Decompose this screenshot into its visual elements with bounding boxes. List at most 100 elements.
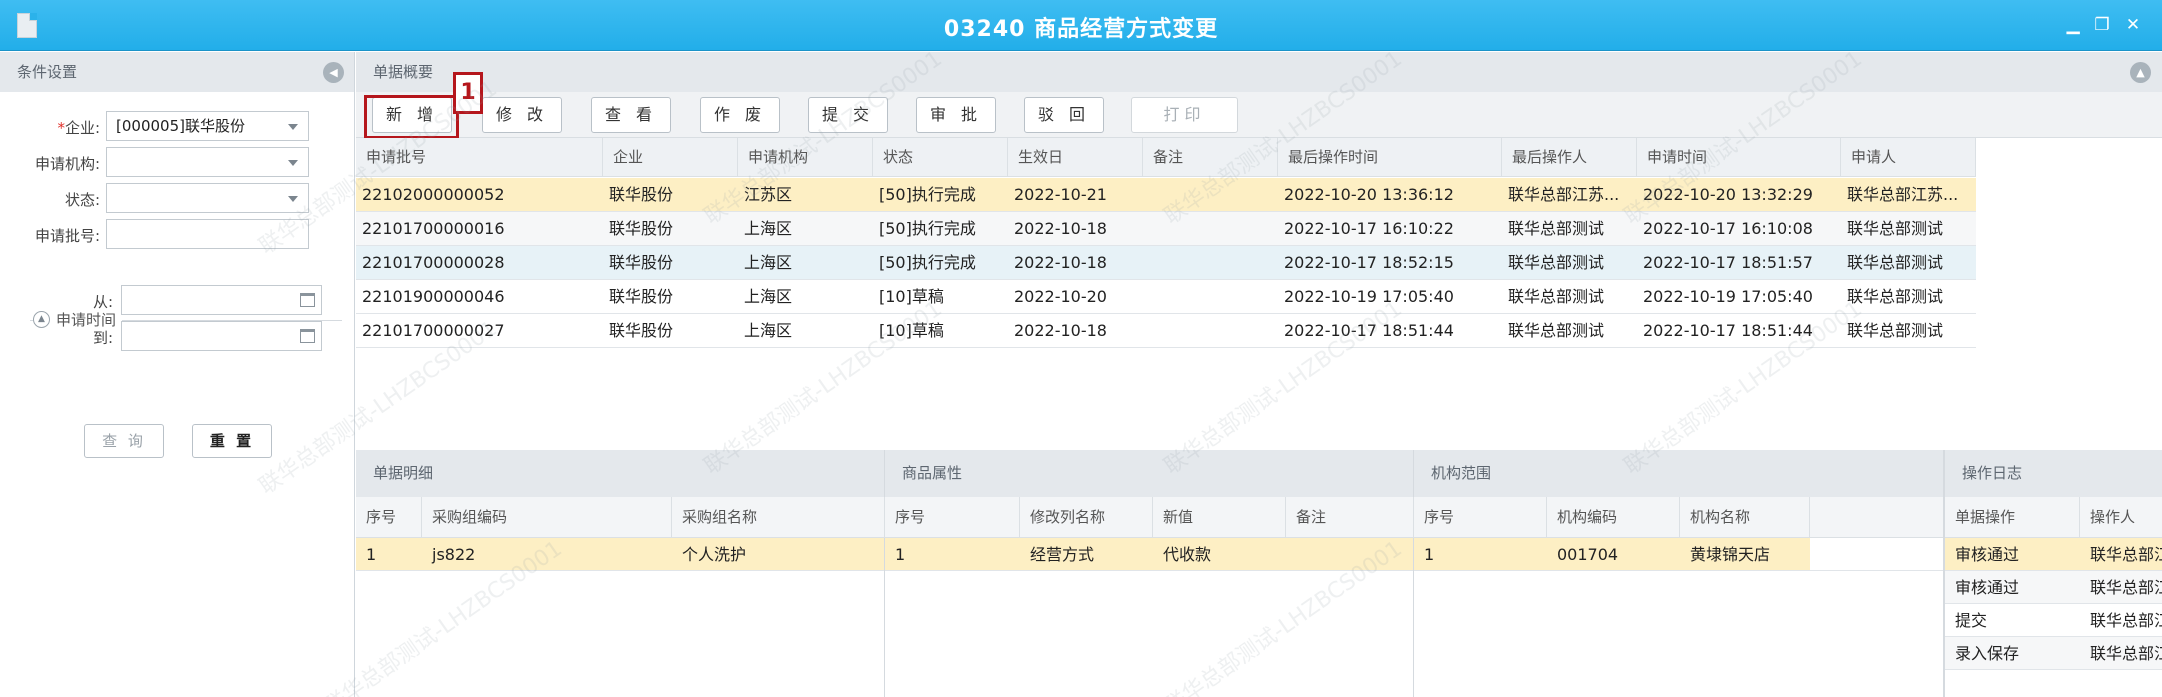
attributes-header: 商品属性	[885, 450, 1413, 497]
attr-col-new-value[interactable]: 新值	[1153, 497, 1286, 538]
table-row[interactable]: 1 经营方式 代收款	[885, 538, 1413, 571]
log-col-action[interactable]: 单据操作	[1945, 497, 2080, 538]
company-row: *企业: [000005]联华股份	[0, 111, 355, 141]
calendar-icon[interactable]	[300, 329, 315, 343]
to-row: 到:	[0, 321, 355, 351]
approve-button[interactable]: 审 批	[916, 97, 996, 133]
cell-applicant: 联华总部江苏...	[1847, 185, 1959, 204]
org-col-seq[interactable]: 序号	[1414, 497, 1547, 538]
cell-action: 审核通过	[1955, 578, 2020, 597]
reset-button[interactable]: 重 置	[192, 424, 272, 458]
cell-org: 上海区	[744, 321, 793, 340]
cell-last-operator: 联华总部测试	[1508, 219, 1605, 238]
cell-batch-no: 22101700000016	[362, 219, 505, 238]
attributes-panel: 商品属性 序号 修改列名称 新值 备注 1 经营方式 代收款	[885, 450, 1414, 697]
table-row[interactable]: 1 js822 个人洗护	[356, 538, 884, 571]
cell-apply-time: 2022-10-20 13:32:29	[1643, 185, 1813, 204]
attr-col-seq[interactable]: 序号	[885, 497, 1020, 538]
from-date-input[interactable]	[121, 285, 322, 315]
collapse-up-icon[interactable]: ▲	[2130, 62, 2151, 83]
edit-button[interactable]: 修 改	[482, 97, 562, 133]
col-effective-date[interactable]: 生效日	[1008, 138, 1143, 177]
table-row[interactable]: 22102000000052 联华股份 江苏区 [50]执行完成 2022-10-21 2…	[356, 178, 1976, 212]
cell-batch-no: 22101700000028	[362, 253, 505, 272]
detail-col-group-name[interactable]: 采购组名称	[672, 497, 885, 538]
col-status[interactable]: 状态	[873, 138, 1008, 177]
table-row[interactable]: 审核通过 联华总部江	[1945, 538, 2162, 571]
table-row[interactable]: 22101900000046 联华股份 上海区 [10]草稿 2022-10-20 202…	[356, 280, 1976, 314]
cell-org-name: 黄埭锦天店	[1690, 545, 1771, 564]
table-row[interactable]: 22101700000027 联华股份 上海区 [10]草稿 2022-10-18 202…	[356, 314, 1976, 348]
col-apply-time[interactable]: 申请时间	[1637, 138, 1841, 177]
close-icon[interactable]: ✕	[2122, 14, 2144, 36]
query-button[interactable]: 查 询	[84, 424, 164, 458]
org-col-code[interactable]: 机构编码	[1547, 497, 1680, 538]
log-col-operator[interactable]: 操作人	[2080, 497, 2162, 538]
cell-status: [50]执行完成	[879, 185, 976, 204]
cell-org: 上海区	[744, 287, 793, 306]
company-select[interactable]: [000005]联华股份	[106, 111, 309, 141]
table-row[interactable]: 22101700000028 联华股份 上海区 [50]执行完成 2022-10-18 2…	[356, 246, 1976, 280]
table-row[interactable]: 录入保存 联华总部江	[1945, 637, 2162, 670]
view-button[interactable]: 查 看	[591, 97, 671, 133]
reject-button[interactable]: 驳 回	[1024, 97, 1104, 133]
cell-remark	[1143, 280, 1278, 313]
table-row[interactable]: 提交 联华总部江	[1945, 604, 2162, 637]
cell-last-op-time: 2022-10-20 13:36:12	[1284, 185, 1454, 204]
table-row[interactable]: 审核通过 联华总部江	[1945, 571, 2162, 604]
col-remark[interactable]: 备注	[1143, 138, 1278, 177]
op-log-panel: 操作日志 单据操作 操作人 审核通过联华总部江审核通过联华总部江提交联华总部江录…	[1944, 450, 2162, 697]
submit-button[interactable]: 提 交	[808, 97, 888, 133]
callout-number: 1	[453, 72, 483, 114]
cell-status: [50]执行完成	[879, 253, 976, 272]
col-applicant[interactable]: 申请人	[1841, 138, 1976, 177]
cell-apply-time: 2022-10-17 16:10:08	[1643, 219, 1813, 238]
restore-icon[interactable]: ❐	[2091, 14, 2113, 36]
detail-columns: 序号 采购组编码 采购组名称	[356, 497, 885, 538]
calendar-icon[interactable]	[300, 293, 315, 307]
table-row[interactable]: 1 001704 黄埭锦天店	[1414, 538, 1943, 571]
col-batch-no[interactable]: 申请批号	[356, 138, 603, 177]
chevron-down-icon	[288, 196, 298, 202]
summary-header: 单据概要 ▲	[356, 52, 2162, 92]
org-col-name[interactable]: 机构名称	[1680, 497, 1810, 538]
org-select[interactable]	[106, 147, 309, 177]
detail-panel: 单据明细 序号 采购组编码 采购组名称 1 js822 个人洗护	[356, 450, 885, 697]
void-button[interactable]: 作 废	[700, 97, 780, 133]
print-button[interactable]: 打印	[1131, 97, 1238, 133]
attr-col-remark[interactable]: 备注	[1286, 497, 1414, 538]
cell-company: 联华股份	[609, 321, 674, 340]
col-org[interactable]: 申请机构	[738, 138, 873, 177]
window-title: 03240 商品经营方式变更	[943, 17, 1219, 42]
toolbar: 新 增 修 改 查 看 作 废 提 交 审 批 驳 回 打印 1	[356, 72, 2162, 139]
chevron-down-icon	[288, 160, 298, 166]
col-last-operator[interactable]: 最后操作人	[1502, 138, 1637, 177]
cell-new-value: 代收款	[1163, 545, 1212, 564]
detail-col-seq[interactable]: 序号	[356, 497, 422, 538]
batch-input[interactable]	[106, 219, 309, 249]
status-select[interactable]	[106, 183, 309, 213]
col-company[interactable]: 企业	[603, 138, 738, 177]
cell-org: 上海区	[744, 219, 793, 238]
cell-effective-date: 2022-10-18	[1014, 253, 1107, 272]
attributes-columns: 序号 修改列名称 新值 备注	[885, 497, 1414, 538]
attr-col-field[interactable]: 修改列名称	[1020, 497, 1153, 538]
org-scope-panel: 机构范围 序号 机构编码 机构名称 1 001704 黄埭锦天店	[1414, 450, 1944, 697]
detail-col-group-code[interactable]: 采购组编码	[422, 497, 672, 538]
from-row: 从:	[0, 285, 355, 315]
cell-seq: 1	[895, 545, 906, 564]
cell-field: 经营方式	[1030, 545, 1095, 564]
minimize-icon[interactable]: ▁	[2062, 14, 2084, 36]
table-row[interactable]: 22101700000016 联华股份 上海区 [50]执行完成 2022-10-18 2…	[356, 212, 1976, 246]
cell-company: 联华股份	[609, 185, 674, 204]
cell-apply-time: 2022-10-17 18:51:57	[1643, 253, 1813, 272]
collapse-left-icon[interactable]: ◀	[323, 62, 344, 83]
title-bar: 03240 商品经营方式变更 ▁ ❐ ✕	[0, 0, 2162, 51]
cell-company: 联华股份	[609, 253, 674, 272]
col-last-op-time[interactable]: 最后操作时间	[1278, 138, 1502, 177]
op-log-body: 审核通过联华总部江审核通过联华总部江提交联华总部江录入保存联华总部江	[1945, 538, 2162, 670]
cell-applicant: 联华总部测试	[1847, 287, 1944, 306]
status-row: 状态:	[0, 183, 355, 213]
to-date-input[interactable]	[121, 321, 322, 351]
cell-apply-time: 2022-10-17 18:51:44	[1643, 321, 1813, 340]
